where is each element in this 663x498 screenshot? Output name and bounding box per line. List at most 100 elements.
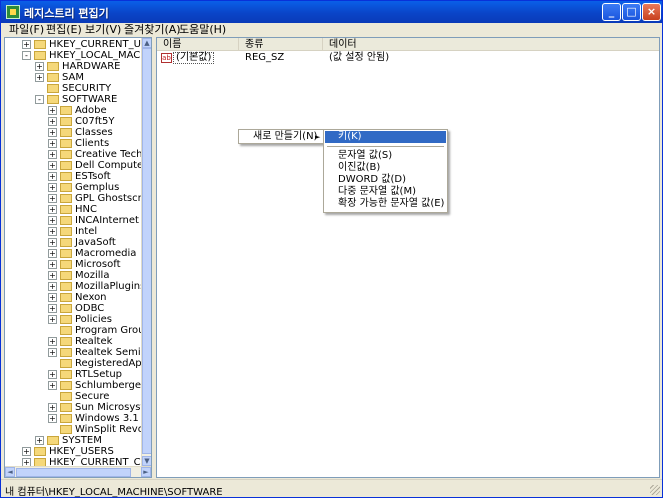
scroll-left-arrow-icon[interactable]: ◄	[5, 467, 15, 477]
minimize-button[interactable]: _	[602, 3, 621, 21]
submenu-item-key[interactable]: 키(K)	[325, 131, 446, 143]
scroll-up-arrow-icon[interactable]: ▲	[142, 38, 151, 48]
tree-vertical-scroll-thumb[interactable]	[142, 48, 151, 454]
tree-node[interactable]: Program Groups	[48, 325, 151, 336]
expand-plus-icon[interactable]: +	[48, 128, 57, 137]
tree-node[interactable]: WinSplit Revoluti	[48, 424, 151, 435]
tree-node[interactable]: + Creative Tech	[48, 149, 151, 160]
tree-node[interactable]: + Sun Microsystem	[48, 402, 151, 413]
menu-edit[interactable]: 편집(E)	[46, 23, 82, 37]
tree-node[interactable]: + SAM	[35, 72, 151, 83]
scroll-down-arrow-icon[interactable]: ▼	[142, 456, 151, 466]
column-data[interactable]: 데이터	[323, 38, 659, 51]
tree-horizontal-scroll-thumb[interactable]	[16, 468, 131, 477]
expand-plus-icon[interactable]: +	[22, 40, 31, 49]
tree-node[interactable]: + GPL Ghostscript	[48, 193, 151, 204]
tree-node[interactable]: + MozillaPlugins	[48, 281, 151, 292]
maximize-button[interactable]: □	[622, 3, 641, 21]
expand-plus-icon[interactable]: +	[48, 403, 57, 412]
expand-plus-icon[interactable]: +	[48, 117, 57, 126]
expand-plus-icon[interactable]: +	[48, 216, 57, 225]
resize-grip-icon[interactable]	[650, 485, 660, 495]
tree-node[interactable]: - HKEY_LOCAL_MACHINE	[22, 50, 151, 61]
value-row-default[interactable]: ab (기본값) REG_SZ (값 설정 안됨)	[157, 52, 659, 64]
close-button[interactable]: ×	[642, 3, 661, 21]
tree-node[interactable]: + Macromedia	[48, 248, 151, 259]
title-bar[interactable]: 레지스트리 편집기 _ □ ×	[1, 1, 662, 23]
tree-node[interactable]: + ODBC	[48, 303, 151, 314]
tree-node[interactable]: + Clients	[48, 138, 151, 149]
tree-node[interactable]: + Schlumberger	[48, 380, 151, 391]
tree-node[interactable]: +Dell Computer Co	[48, 160, 151, 171]
tree-node[interactable]: + HARDWARE	[35, 61, 151, 72]
tree-node[interactable]: + INCAInternet	[48, 215, 151, 226]
tree-node[interactable]: + Mozilla	[48, 270, 151, 281]
expand-plus-icon[interactable]: +	[48, 293, 57, 302]
tree-node[interactable]: + SYSTEM	[35, 435, 151, 446]
submenu-item-binary-value[interactable]: 이진값(B)	[325, 162, 446, 174]
tree-node[interactable]: + JavaSoft	[48, 237, 151, 248]
tree-horizontal-scrollbar[interactable]: ◄ ►	[5, 466, 151, 477]
expand-plus-icon[interactable]: +	[48, 414, 57, 423]
tree-node[interactable]: + Nexon	[48, 292, 151, 303]
menu-file[interactable]: 파일(F)	[9, 23, 44, 37]
tree-node[interactable]: + Intel	[48, 226, 151, 237]
expand-plus-icon[interactable]: +	[35, 62, 44, 71]
tree-vertical-scrollbar[interactable]: ▲ ▼	[141, 38, 151, 466]
tree-node[interactable]: SECURITY	[35, 83, 151, 94]
expand-plus-icon[interactable]: +	[48, 282, 57, 291]
tree-node[interactable]: + RTLSetup	[48, 369, 151, 380]
menu-help[interactable]: 도움말(H)	[179, 23, 226, 37]
tree-node[interactable]: + Gemplus	[48, 182, 151, 193]
registry-tree[interactable]: + HKEY_CURRENT_USER - HKEY_LOCAL_MACHINE + HA…	[4, 37, 152, 478]
submenu-item-multi-string-value[interactable]: 다중 문자열 값(M)	[325, 186, 446, 198]
expand-plus-icon[interactable]: +	[48, 271, 57, 280]
expand-plus-icon[interactable]: +	[48, 370, 57, 379]
expand-plus-icon[interactable]: +	[48, 381, 57, 390]
expand-plus-icon[interactable]: +	[48, 106, 57, 115]
tree-node[interactable]: + Policies	[48, 314, 151, 325]
tree-node[interactable]: + Windows 3.1 Mig	[48, 413, 151, 424]
menu-favorites[interactable]: 즐겨찾기(A)	[124, 23, 181, 37]
expand-plus-icon[interactable]: +	[48, 227, 57, 236]
expand-plus-icon[interactable]: +	[48, 205, 57, 214]
expand-plus-icon[interactable]: +	[48, 172, 57, 181]
menu-item-new[interactable]: 새로 만들기(N) ►	[240, 131, 322, 143]
tree-node[interactable]: RegisteredApplic	[48, 358, 151, 369]
expand-plus-icon[interactable]: +	[48, 238, 57, 247]
expand-plus-icon[interactable]: +	[48, 304, 57, 313]
tree-node[interactable]: + HNC	[48, 204, 151, 215]
expand-plus-icon[interactable]: +	[48, 183, 57, 192]
collapse-minus-icon[interactable]: -	[22, 51, 31, 60]
values-list[interactable]: 이름 종류 데이터 ab (기본값) REG_SZ (값 설정 안됨)	[156, 37, 660, 478]
column-type[interactable]: 종류	[239, 38, 323, 51]
menu-view[interactable]: 보기(V)	[85, 23, 121, 37]
expand-plus-icon[interactable]: +	[48, 139, 57, 148]
tree-node[interactable]: + Microsoft	[48, 259, 151, 270]
tree-node[interactable]: + ESTsoft	[48, 171, 151, 182]
tree-node[interactable]: + HKEY_USERS	[22, 446, 151, 457]
expand-plus-icon[interactable]: +	[22, 447, 31, 456]
tree-node[interactable]: + Classes	[48, 127, 151, 138]
tree-node[interactable]: + HKEY_CURRENT_USER	[22, 39, 151, 50]
expand-plus-icon[interactable]: +	[48, 315, 57, 324]
scroll-right-arrow-icon[interactable]: ►	[141, 467, 151, 477]
expand-plus-icon[interactable]: +	[48, 194, 57, 203]
expand-plus-icon[interactable]: +	[48, 150, 57, 159]
expand-plus-icon[interactable]: +	[48, 348, 57, 357]
expand-plus-icon[interactable]: +	[35, 436, 44, 445]
expand-plus-icon[interactable]: +	[48, 260, 57, 269]
submenu-item-dword-value[interactable]: DWORD 값(D)	[325, 174, 446, 186]
tree-node[interactable]: Secure	[48, 391, 151, 402]
expand-plus-icon[interactable]: +	[35, 73, 44, 82]
submenu-item-string-value[interactable]: 문자열 값(S)	[325, 150, 446, 162]
expand-plus-icon[interactable]: +	[48, 249, 57, 258]
tree-node[interactable]: + Realtek	[48, 336, 151, 347]
collapse-minus-icon[interactable]: -	[35, 95, 44, 104]
expand-plus-icon[interactable]: +	[48, 337, 57, 346]
tree-node[interactable]: - SOFTWARE	[35, 94, 151, 105]
tree-node[interactable]: + Adobe	[48, 105, 151, 116]
expand-plus-icon[interactable]: +	[48, 161, 57, 170]
tree-node[interactable]: + C07ft5Y	[48, 116, 151, 127]
tree-node[interactable]: + Realtek Semicon	[48, 347, 151, 358]
